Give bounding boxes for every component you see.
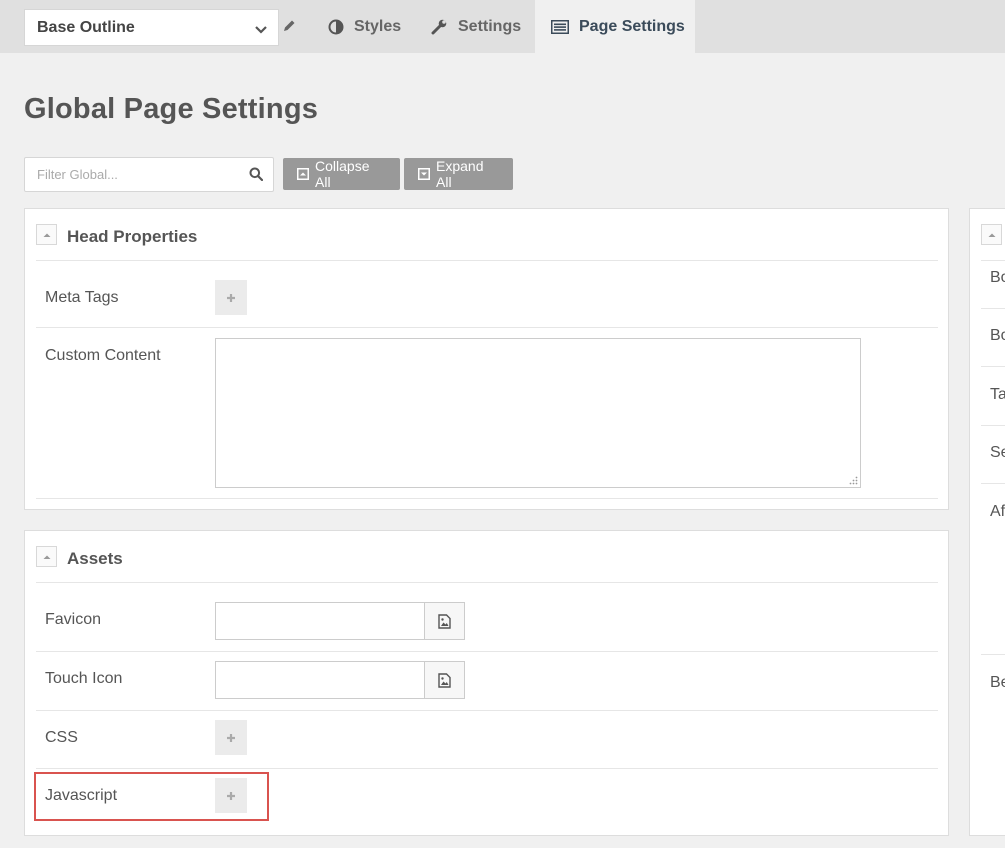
touch-icon-picker-button[interactable] bbox=[424, 662, 464, 698]
tab-styles-label: Styles bbox=[354, 17, 402, 35]
search-icon[interactable] bbox=[249, 167, 264, 186]
right-row-label: Af bbox=[990, 503, 1005, 520]
divider bbox=[36, 710, 938, 711]
touch-icon-field[interactable] bbox=[215, 661, 465, 699]
tab-page-settings-label: Page Settings bbox=[579, 17, 685, 35]
divider bbox=[36, 651, 938, 652]
body-properties-card: Bo Bo Ta Se Af Be bbox=[969, 208, 1005, 836]
divider bbox=[36, 327, 938, 328]
tab-settings[interactable]: Settings bbox=[431, 0, 521, 53]
custom-content-label: Custom Content bbox=[45, 347, 161, 364]
top-toolbar: Base Outline Styles Settings Page Settin… bbox=[0, 0, 1005, 53]
divider bbox=[36, 498, 938, 499]
assets-toggle[interactable] bbox=[36, 546, 57, 567]
resize-handle-icon[interactable] bbox=[849, 476, 858, 485]
assets-title: Assets bbox=[67, 549, 123, 568]
right-row-label: Be bbox=[990, 674, 1005, 691]
touch-icon-label: Touch Icon bbox=[45, 670, 123, 687]
triangle-up-icon bbox=[43, 555, 50, 559]
filter-input[interactable] bbox=[37, 167, 237, 182]
tab-styles[interactable]: Styles bbox=[328, 0, 401, 53]
divider bbox=[981, 260, 1005, 261]
filter-field[interactable] bbox=[24, 157, 274, 192]
favicon-picker-button[interactable] bbox=[424, 603, 464, 639]
expand-icon bbox=[418, 168, 430, 180]
collapse-all-button[interactable]: Collapse All bbox=[283, 158, 400, 190]
right-row-label: Bo bbox=[990, 327, 1005, 344]
divider bbox=[981, 308, 1005, 309]
collapse-icon bbox=[297, 168, 309, 180]
right-row-label: Bo bbox=[990, 269, 1005, 286]
page-title: Global Page Settings bbox=[24, 93, 319, 125]
divider bbox=[36, 582, 938, 583]
css-add-button[interactable] bbox=[215, 720, 247, 755]
expand-all-button[interactable]: Expand All bbox=[404, 158, 513, 190]
tab-page-settings[interactable]: Page Settings bbox=[535, 0, 695, 53]
wrench-icon bbox=[431, 18, 448, 35]
outline-select[interactable]: Base Outline bbox=[24, 9, 279, 46]
right-row-label: Ta bbox=[990, 386, 1005, 403]
pencil-icon[interactable] bbox=[283, 19, 296, 37]
plus-icon bbox=[227, 733, 235, 742]
divider bbox=[981, 425, 1005, 426]
image-file-icon bbox=[438, 613, 451, 629]
divider bbox=[36, 260, 938, 261]
meta-tags-add-button[interactable] bbox=[215, 280, 247, 315]
divider bbox=[981, 366, 1005, 367]
outline-select-value: Base Outline bbox=[37, 19, 135, 36]
divider bbox=[36, 768, 938, 769]
tab-settings-label: Settings bbox=[458, 17, 522, 35]
triangle-up-icon bbox=[43, 233, 50, 237]
triangle-up-icon bbox=[988, 233, 995, 237]
head-properties-toggle[interactable] bbox=[36, 224, 57, 245]
right-row-label: Se bbox=[990, 444, 1005, 461]
expand-all-label: Expand All bbox=[436, 158, 484, 190]
divider bbox=[981, 483, 1005, 484]
divider bbox=[981, 654, 1005, 655]
custom-content-textarea[interactable] bbox=[215, 338, 861, 488]
favicon-field[interactable] bbox=[215, 602, 465, 640]
favicon-label: Favicon bbox=[45, 611, 102, 628]
meta-tags-label: Meta Tags bbox=[45, 289, 119, 306]
collapse-all-label: Collapse All bbox=[315, 158, 370, 190]
css-label: CSS bbox=[45, 729, 78, 746]
body-properties-toggle[interactable] bbox=[981, 224, 1002, 245]
list-icon bbox=[551, 19, 569, 34]
image-file-icon bbox=[438, 672, 451, 688]
plus-icon bbox=[227, 293, 235, 302]
chevron-down-icon bbox=[254, 22, 268, 40]
head-properties-card: Head Properties Meta Tags Custom Content bbox=[24, 208, 949, 510]
javascript-highlight-box bbox=[34, 772, 269, 821]
half-circle-icon bbox=[328, 19, 344, 35]
head-properties-title: Head Properties bbox=[67, 227, 198, 246]
